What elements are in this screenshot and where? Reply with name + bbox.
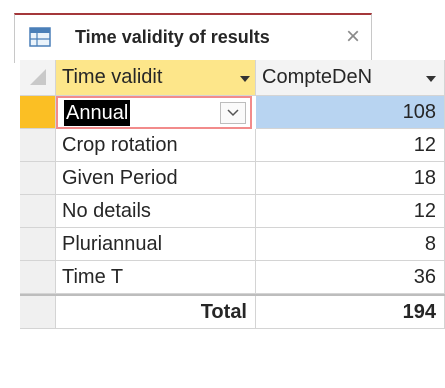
header-row: Time validit CompteDeN <box>20 60 445 96</box>
table-icon <box>29 27 51 47</box>
label-cell[interactable]: No details <box>56 195 256 228</box>
table-row: Given Period 18 <box>20 162 445 195</box>
table-row: No details 12 <box>20 195 445 228</box>
tab-title: Time validity of results <box>75 27 270 47</box>
row-selector[interactable] <box>20 96 56 129</box>
count-cell[interactable]: 36 <box>256 261 445 294</box>
document-tabstrip: Time validity of results × <box>0 0 445 63</box>
combo-box-value[interactable]: Annual <box>64 100 131 126</box>
select-all-corner[interactable] <box>20 60 56 96</box>
count-cell[interactable]: 108 <box>256 96 445 129</box>
row-selector[interactable] <box>20 162 56 195</box>
chevron-down-icon[interactable] <box>240 75 250 83</box>
table-row: Annual 108 <box>20 96 445 129</box>
count-cell[interactable]: 18 <box>256 162 445 195</box>
column-header-label: Time validit <box>62 66 163 88</box>
row-selector[interactable] <box>20 296 56 329</box>
tab-time-validity-of-results[interactable]: Time validity of results × <box>14 13 372 63</box>
total-row: Total 194 <box>20 296 445 329</box>
total-label[interactable]: Total <box>56 296 256 329</box>
label-cell[interactable]: Crop rotation <box>56 129 256 162</box>
combo-dropdown-button[interactable] <box>220 102 246 124</box>
count-cell[interactable]: 8 <box>256 228 445 261</box>
close-icon[interactable]: × <box>346 23 360 51</box>
datasheet-grid: Time validit CompteDeN Annual 108 Crop r… <box>20 60 445 388</box>
table-row: Crop rotation 12 <box>20 129 445 162</box>
total-count[interactable]: 194 <box>256 296 445 329</box>
column-header-comptede[interactable]: CompteDeN <box>256 60 445 96</box>
table-row: Pluriannual 8 <box>20 228 445 261</box>
count-cell[interactable]: 12 <box>256 129 445 162</box>
label-cell[interactable]: Time T <box>56 261 256 294</box>
row-selector[interactable] <box>20 228 56 261</box>
row-selector[interactable] <box>20 195 56 228</box>
chevron-down-icon <box>227 109 239 117</box>
combo-box-time-validity[interactable]: Annual <box>56 96 252 129</box>
label-cell[interactable]: Pluriannual <box>56 228 256 261</box>
row-selector[interactable] <box>20 129 56 162</box>
column-header-time-validity[interactable]: Time validit <box>56 60 256 96</box>
table-row: Time T 36 <box>20 261 445 294</box>
row-selector[interactable] <box>20 261 56 294</box>
count-cell[interactable]: 12 <box>256 195 445 228</box>
label-cell[interactable]: Given Period <box>56 162 256 195</box>
column-header-label: CompteDeN <box>262 66 373 88</box>
chevron-down-icon[interactable] <box>426 75 436 83</box>
